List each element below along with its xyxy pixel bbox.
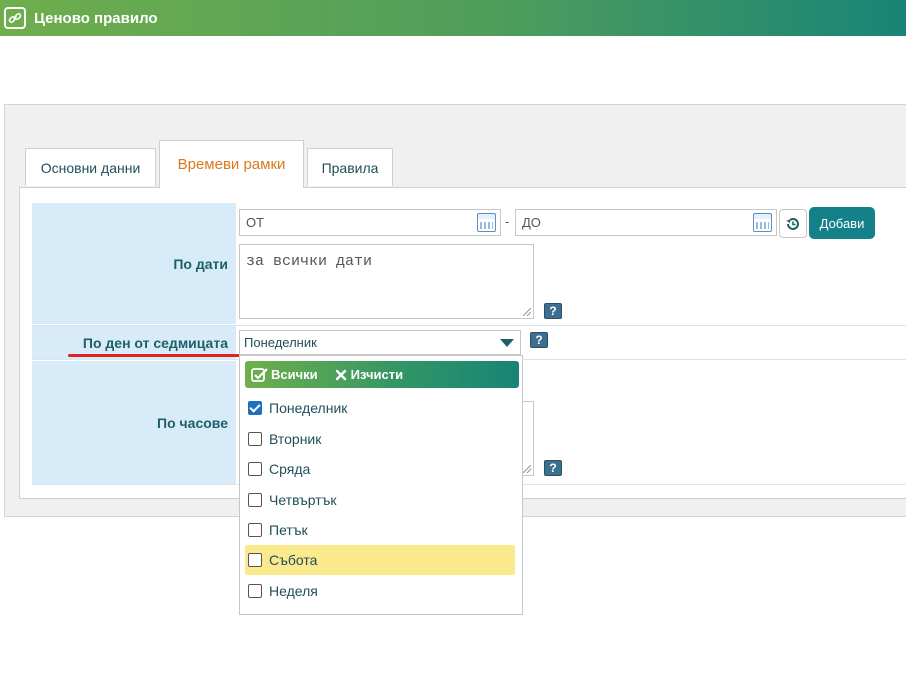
help-icon[interactable]: ? xyxy=(544,460,562,476)
weekday-option[interactable]: Петък xyxy=(245,515,515,545)
by-dates-label: По дати xyxy=(32,203,236,324)
date-from-input[interactable]: ОТ xyxy=(239,209,501,236)
weekday-option-label: Сряда xyxy=(269,461,311,477)
checkbox-icon[interactable] xyxy=(248,584,262,598)
help-icon[interactable]: ? xyxy=(530,332,548,348)
weekday-option[interactable]: Сряда xyxy=(245,454,515,484)
tab-label: Правила xyxy=(321,159,379,176)
resize-grip-icon[interactable] xyxy=(523,465,531,473)
select-all-button[interactable]: Всички xyxy=(251,367,318,383)
chevron-down-icon xyxy=(500,339,514,347)
weekday-option-label: Понеделник xyxy=(269,400,348,416)
annotation-underline xyxy=(68,354,240,357)
dates-textarea[interactable]: за всички дати xyxy=(239,244,534,319)
resize-grip-icon[interactable] xyxy=(523,308,531,316)
weekday-option-label: Вторник xyxy=(269,431,322,447)
check-all-icon xyxy=(251,367,268,382)
history-icon xyxy=(786,217,799,230)
weekday-option-label: Четвъртък xyxy=(269,492,337,508)
weekday-option[interactable]: Вторник xyxy=(245,424,515,454)
tab-label: Основни данни xyxy=(40,159,141,176)
window-title: Ценово правило xyxy=(34,9,158,27)
checkbox-icon[interactable] xyxy=(248,523,262,537)
calendar-icon[interactable] xyxy=(477,213,496,232)
tab-time-frames[interactable]: Времеви рамки xyxy=(159,140,304,188)
weekday-option[interactable]: Неделя xyxy=(245,576,515,606)
weekday-option-label: Петък xyxy=(269,522,308,538)
date-to-input[interactable]: ДО xyxy=(515,209,777,236)
tab-basic-data[interactable]: Основни данни xyxy=(25,148,156,186)
date-from-placeholder: ОТ xyxy=(246,215,265,230)
help-icon[interactable]: ? xyxy=(544,303,562,319)
tab-label: Времеви рамки xyxy=(177,156,286,173)
clear-label: Изчисти xyxy=(350,367,404,382)
dropdown-header: Всички Изчисти xyxy=(245,361,519,388)
checkbox-icon[interactable] xyxy=(248,432,262,446)
calendar-icon[interactable] xyxy=(753,213,772,232)
add-button[interactable]: Добави xyxy=(809,207,875,239)
close-icon xyxy=(335,369,346,380)
title-bar: Ценово правило xyxy=(0,0,906,36)
date-to-placeholder: ДО xyxy=(522,215,541,230)
select-all-label: Всички xyxy=(271,367,318,382)
weekday-option[interactable]: Четвъртък xyxy=(245,485,515,515)
checkbox-checked-icon[interactable] xyxy=(248,401,262,415)
weekday-selected-value: Понеделник xyxy=(244,335,317,350)
link-icon xyxy=(4,7,26,29)
checkbox-icon[interactable] xyxy=(248,493,262,507)
clear-button[interactable]: Изчисти xyxy=(334,367,403,382)
row-divider xyxy=(32,325,906,326)
weekday-option[interactable]: Понеделник xyxy=(245,393,515,423)
dates-textarea-value: за всички дати xyxy=(246,253,373,270)
tab-rules[interactable]: Правила xyxy=(307,148,393,186)
weekday-option-label: Неделя xyxy=(269,583,318,599)
date-range-separator: - xyxy=(505,214,510,229)
reset-button[interactable] xyxy=(779,209,807,238)
by-hours-label: По часове xyxy=(32,361,236,484)
weekday-dropdown: Всички Изчисти Понеделник Вторник Сряда … xyxy=(239,355,523,615)
checkbox-icon[interactable] xyxy=(248,462,262,476)
checkbox-icon[interactable] xyxy=(248,553,262,567)
weekday-option[interactable]: Събота xyxy=(245,545,515,575)
weekday-select[interactable]: Понеделник xyxy=(239,330,521,355)
weekday-option-label: Събота xyxy=(269,552,318,568)
